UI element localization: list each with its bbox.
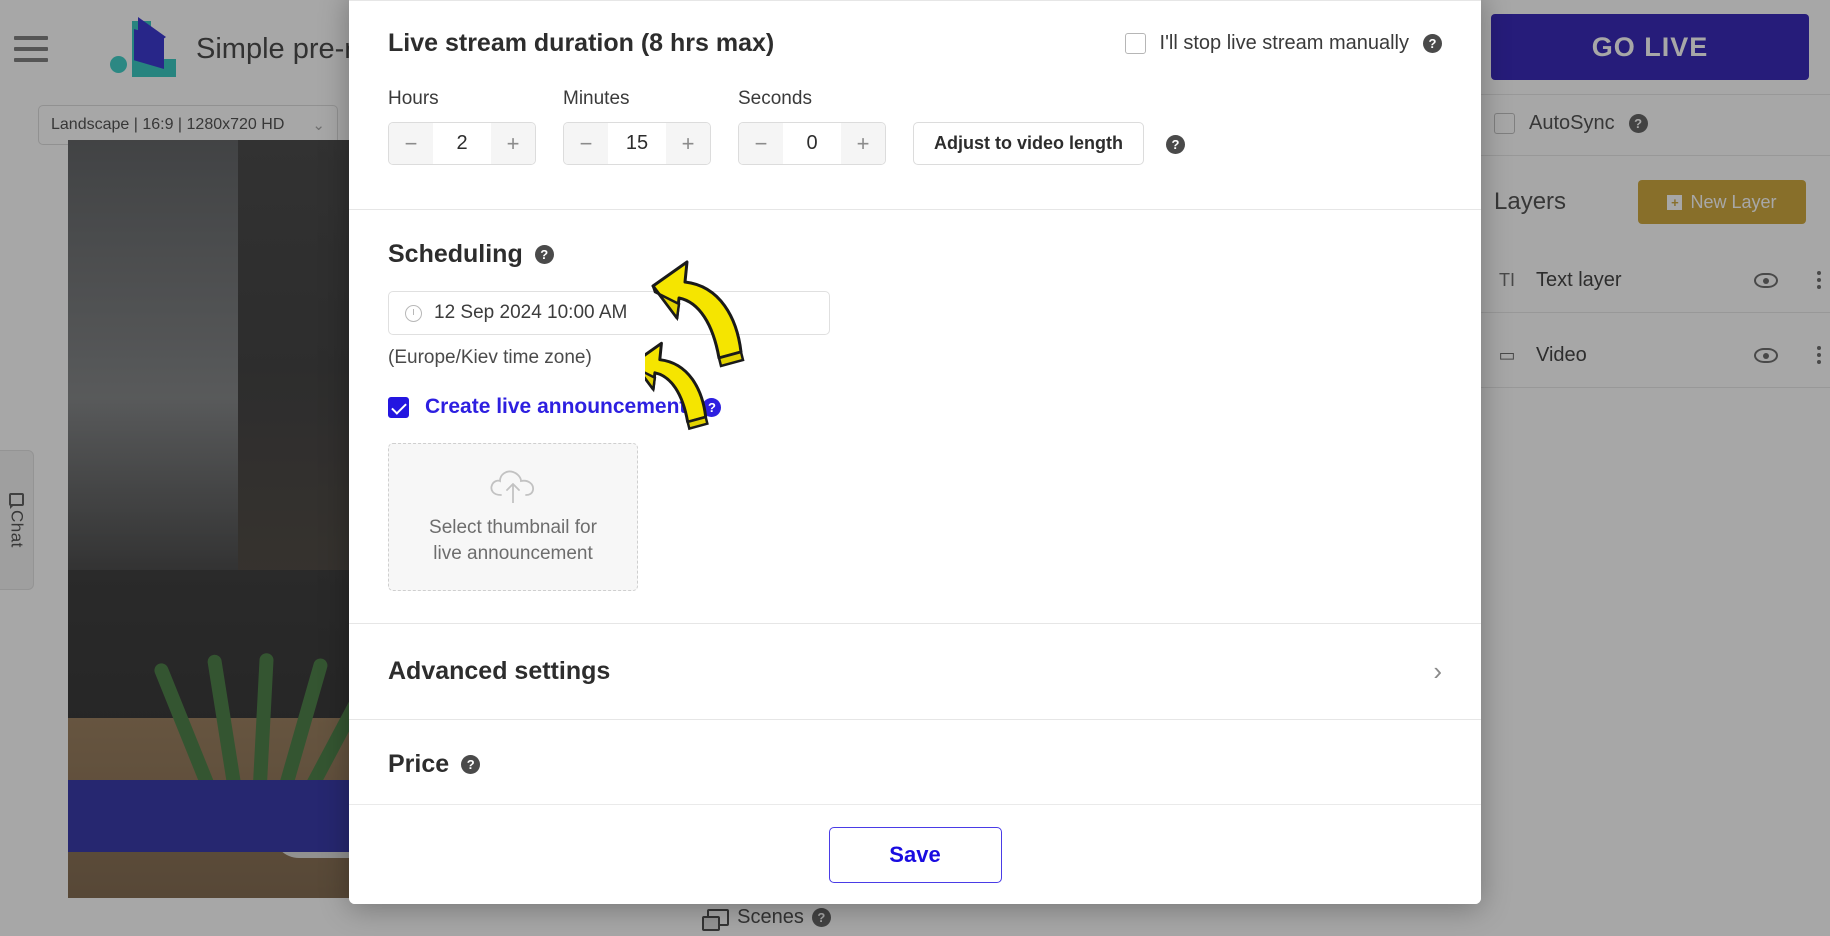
seconds-stepper[interactable]: − 0 + [738, 122, 886, 165]
seconds-minus-button[interactable]: − [739, 123, 783, 164]
hours-stepper[interactable]: − 2 + [388, 122, 536, 165]
minutes-value[interactable]: 15 [608, 123, 666, 164]
hours-field: Hours − 2 + [388, 88, 563, 165]
app-root: Simple pre-recorded Landscape | 16:9 | 1… [0, 0, 1830, 936]
duration-title: Live stream duration (8 hrs max) [388, 29, 775, 57]
hours-plus-button[interactable]: + [491, 123, 535, 164]
schedule-datetime-input[interactable]: 12 Sep 2024 10:00 AM [388, 291, 830, 335]
hours-minus-button[interactable]: − [389, 123, 433, 164]
create-announcement-help-icon[interactable]: ? [702, 397, 722, 417]
thumbnail-upload-dropzone[interactable]: Select thumbnail for live announcement [388, 443, 638, 591]
modal-body: Live stream duration (8 hrs max) I'll st… [349, 0, 1481, 804]
price-help-icon[interactable]: ? [461, 755, 481, 774]
thumbnail-upload-label: Select thumbnail for live announcement [429, 517, 597, 564]
schedule-datetime-value: 12 Sep 2024 10:00 AM [434, 302, 628, 323]
live-stream-settings-modal: Live stream duration (8 hrs max) I'll st… [349, 0, 1481, 904]
timezone-note: (Europe/Kiev time zone) [388, 347, 592, 368]
minutes-minus-button[interactable]: − [564, 123, 608, 164]
stop-manual-row[interactable]: I'll stop live stream manually ? [1124, 32, 1442, 55]
stop-manual-label: I'll stop live stream manually [1159, 32, 1409, 54]
price-title: Price [388, 750, 450, 778]
advanced-settings-title: Advanced settings [388, 657, 611, 685]
clock-icon [405, 304, 422, 322]
seconds-label: Seconds [738, 88, 812, 109]
scheduling-title: Scheduling [388, 240, 523, 268]
adjust-to-video-length-button[interactable]: Adjust to video length [913, 122, 1144, 165]
minutes-label: Minutes [563, 88, 630, 109]
chevron-right-icon: › [1433, 656, 1442, 686]
adjust-help-icon[interactable]: ? [1166, 135, 1185, 154]
seconds-value[interactable]: 0 [783, 123, 841, 164]
modal-footer: Save [349, 804, 1481, 904]
create-announcement-checkbox[interactable] [388, 396, 409, 418]
create-announcement-row[interactable]: Create live announcement ? [388, 395, 1442, 419]
cloud-upload-icon [490, 470, 534, 504]
minutes-field: Minutes − 15 + [563, 88, 738, 165]
scheduling-help-icon[interactable]: ? [534, 245, 554, 264]
minutes-stepper[interactable]: − 15 + [563, 122, 711, 165]
hours-label: Hours [388, 88, 439, 109]
minutes-plus-button[interactable]: + [666, 123, 710, 164]
hours-value[interactable]: 2 [433, 123, 491, 164]
seconds-plus-button[interactable]: + [841, 123, 885, 164]
stop-manual-help-icon[interactable]: ? [1423, 34, 1442, 53]
create-announcement-label: Create live announcement [425, 395, 687, 418]
stop-manual-checkbox[interactable] [1124, 33, 1146, 54]
save-button[interactable]: Save [828, 826, 1002, 883]
seconds-field: Seconds − 0 + [738, 88, 913, 165]
advanced-settings-row[interactable]: Advanced settings › [388, 624, 1442, 719]
